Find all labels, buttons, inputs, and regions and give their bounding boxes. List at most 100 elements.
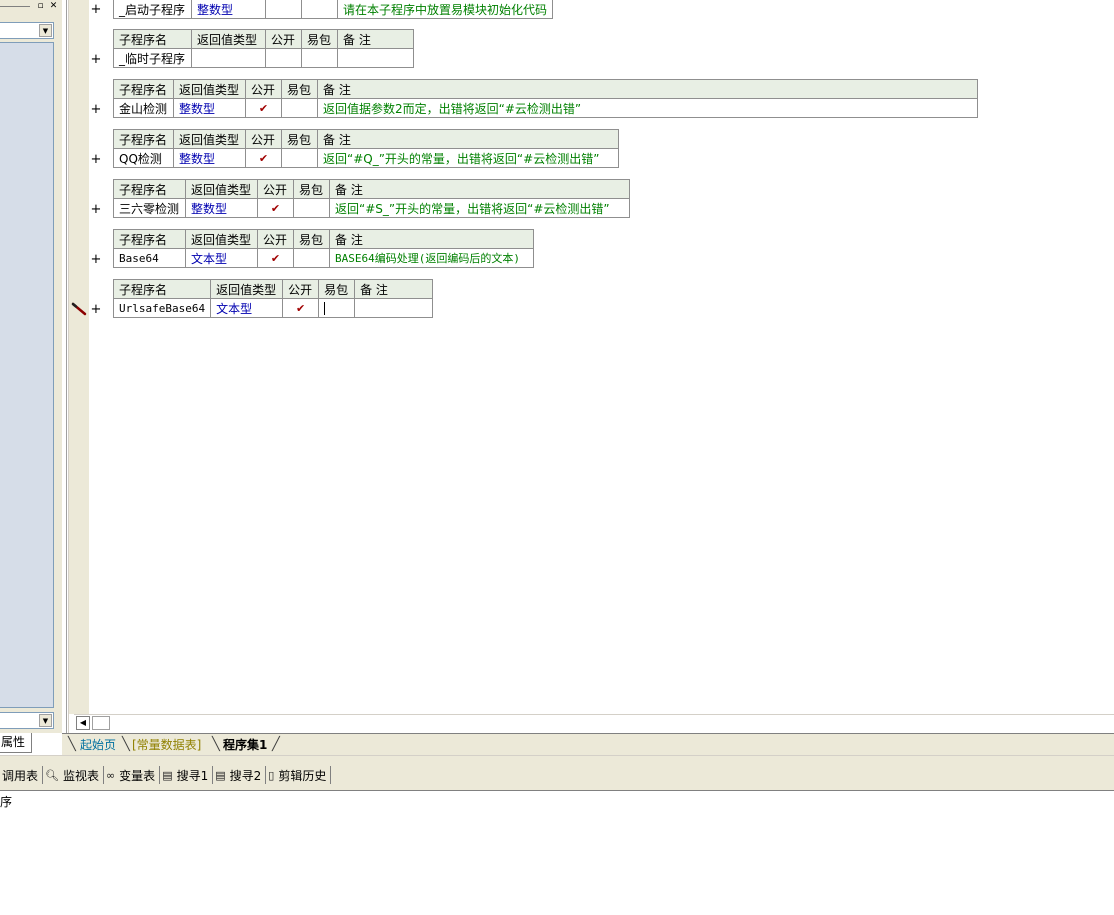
header-easy-pack: 易包 [318,279,356,299]
header-public: 公开 [282,279,320,299]
subroutine-note[interactable]: 请在本子程序中放置易模块初始化代码 [336,0,554,19]
subroutine-name[interactable]: 金山检测 [113,98,174,118]
return-type[interactable]: 文本型 [185,248,258,268]
header-name: 子程序名 [113,79,174,99]
tab-program-set[interactable]: 程序集1 [223,736,267,754]
expand-toggle[interactable]: + [90,153,102,167]
public-flag[interactable]: ✔ [282,298,320,318]
table-header: 子程序名 返回值类型 公开 易包 备 注 [113,229,534,249]
output-panel[interactable]: 序 [0,790,1114,915]
clip-history-label: 剪辑历史 [278,768,327,783]
subroutine-note[interactable]: 返回值据参数2而定，出错将返回“#云检测出错” [317,98,978,118]
watch-table-label: 监视表 [62,768,99,783]
subroutine-table: 子程序名 返回值类型 公开 易包 备 注 UrlsafeBase64 文本型 ✔ [112,279,434,318]
clip-history-button[interactable]: ▯ 剪辑历史 [266,766,332,784]
public-flag[interactable] [265,0,302,19]
watch-table-button[interactable]: 🔍︎ 监视表 [43,766,104,784]
editor-margin [69,0,89,714]
table-header: 子程序名 返回值类型 公开 易包 备 注 [113,29,414,49]
tab-divider: ╲ [122,737,130,752]
subroutine-note[interactable] [354,298,434,318]
table-header: 子程序名 返回值类型 公开 易包 备 注 [113,129,619,149]
header-return-type: 返回值类型 [210,279,284,299]
public-flag[interactable] [265,48,302,68]
search1-label: 搜寻1 [176,768,209,783]
tab-start-page[interactable]: 起始页 [80,736,116,754]
scroll-thumb[interactable] [92,716,110,730]
header-note: 备 注 [329,179,630,199]
public-flag[interactable]: ✔ [257,198,294,218]
easy-pack-flag[interactable] [281,98,318,118]
expand-toggle[interactable]: + [90,103,102,117]
clipboard-icon: ▯ [268,768,275,782]
subroutine-note[interactable] [337,48,414,68]
expand-toggle[interactable]: + [90,3,102,17]
close-icon[interactable]: ✕ [48,1,59,12]
table-row: Base64 文本型 ✔ BASE64编码处理(返回编码后的文本) [113,248,534,268]
find-doc-icon: ▤ [162,768,173,782]
public-flag[interactable]: ✔ [257,248,294,268]
search2-label: 搜寻2 [229,768,262,783]
subroutine-name[interactable]: _启动子程序 [113,0,192,19]
public-flag[interactable]: ✔ [245,98,282,118]
var-table-button[interactable]: ∞ 变量表 [104,766,161,784]
search1-button[interactable]: ▤ 搜寻1 [160,766,214,784]
property-panel: ▫ ✕ ▼ ▼ [0,0,62,733]
public-flag[interactable]: ✔ [245,148,282,168]
chevron-down-icon[interactable]: ▼ [39,24,52,37]
header-public: 公开 [265,29,302,49]
return-type[interactable]: 文本型 [210,298,284,318]
return-type[interactable]: 整数型 [191,0,266,19]
return-type[interactable] [191,48,266,68]
return-type[interactable]: 整数型 [185,198,258,218]
restore-icon[interactable]: ▫ [35,1,46,12]
search2-button[interactable]: ▤ 搜寻2 [213,766,267,784]
expand-toggle[interactable]: + [90,53,102,67]
subroutine-note[interactable]: 返回“#Q_”开头的常量，出错将返回“#云检测出错” [317,148,619,168]
table-row: _临时子程序 [113,48,414,68]
subroutine-name[interactable]: _临时子程序 [113,48,192,68]
call-table-label: 调用表 [2,768,39,783]
header-note: 备 注 [329,229,534,249]
property-object-select[interactable]: ▼ [0,22,54,39]
header-easy-pack: 易包 [293,179,330,199]
header-easy-pack: 易包 [301,29,338,49]
easy-pack-flag[interactable] [281,148,318,168]
chevron-down-icon[interactable]: ▼ [39,714,52,727]
return-type[interactable]: 整数型 [173,98,246,118]
header-return-type: 返回值类型 [185,179,258,199]
subroutine-name[interactable]: QQ检测 [113,148,174,168]
tab-divider: ╲ [68,737,76,752]
easy-pack-flag[interactable] [301,48,338,68]
header-name: 子程序名 [113,129,174,149]
horizontal-scrollbar[interactable]: ◀ [74,714,1114,732]
subroutine-note[interactable]: BASE64编码处理(返回编码后的文本) [329,248,534,268]
return-type[interactable]: 整数型 [173,148,246,168]
expand-toggle[interactable]: + [90,303,102,317]
header-public: 公开 [245,79,282,99]
expand-toggle[interactable]: + [90,203,102,217]
tab-property[interactable]: 属性 [0,733,32,753]
easy-pack-flag[interactable] [301,0,338,19]
subroutine-name[interactable]: Base64 [113,248,186,268]
glasses-icon: ∞ [106,768,116,782]
property-value-select[interactable]: ▼ [0,712,54,729]
easy-pack-flag[interactable] [293,248,330,268]
subroutine-note[interactable]: 返回“#S_”开头的常量，出错将返回“#云检测出错” [329,198,630,218]
bottom-toolbar: 调用表 🔍︎ 监视表 ∞ 变量表 ▤ 搜寻1 ▤ 搜寻2 ▯ 剪辑历史 [0,764,332,786]
easy-pack-cell-active[interactable] [318,298,356,318]
header-note: 备 注 [337,29,414,49]
scroll-left-icon[interactable]: ◀ [76,716,90,730]
editor-border [66,0,67,733]
property-list[interactable] [0,42,54,708]
subroutine-name[interactable]: UrlsafeBase64 [112,298,212,318]
easy-pack-flag[interactable] [293,198,330,218]
call-table-button[interactable]: 调用表 [0,766,44,784]
text-cursor [324,302,326,315]
document-tabs: ╲ 起始页 ╲ [常量数据表] ╲ 程序集1 ╱ [62,733,1114,755]
tab-const-table[interactable]: [常量数据表] [132,736,201,754]
subroutine-name[interactable]: 三六零检测 [113,198,186,218]
expand-toggle[interactable]: + [90,253,102,267]
header-return-type: 返回值类型 [185,229,258,249]
subroutine-table: 子程序名 返回值类型 公开 易包 备 注 QQ检测 整数型 ✔ 返回“#Q_”开… [113,129,619,168]
